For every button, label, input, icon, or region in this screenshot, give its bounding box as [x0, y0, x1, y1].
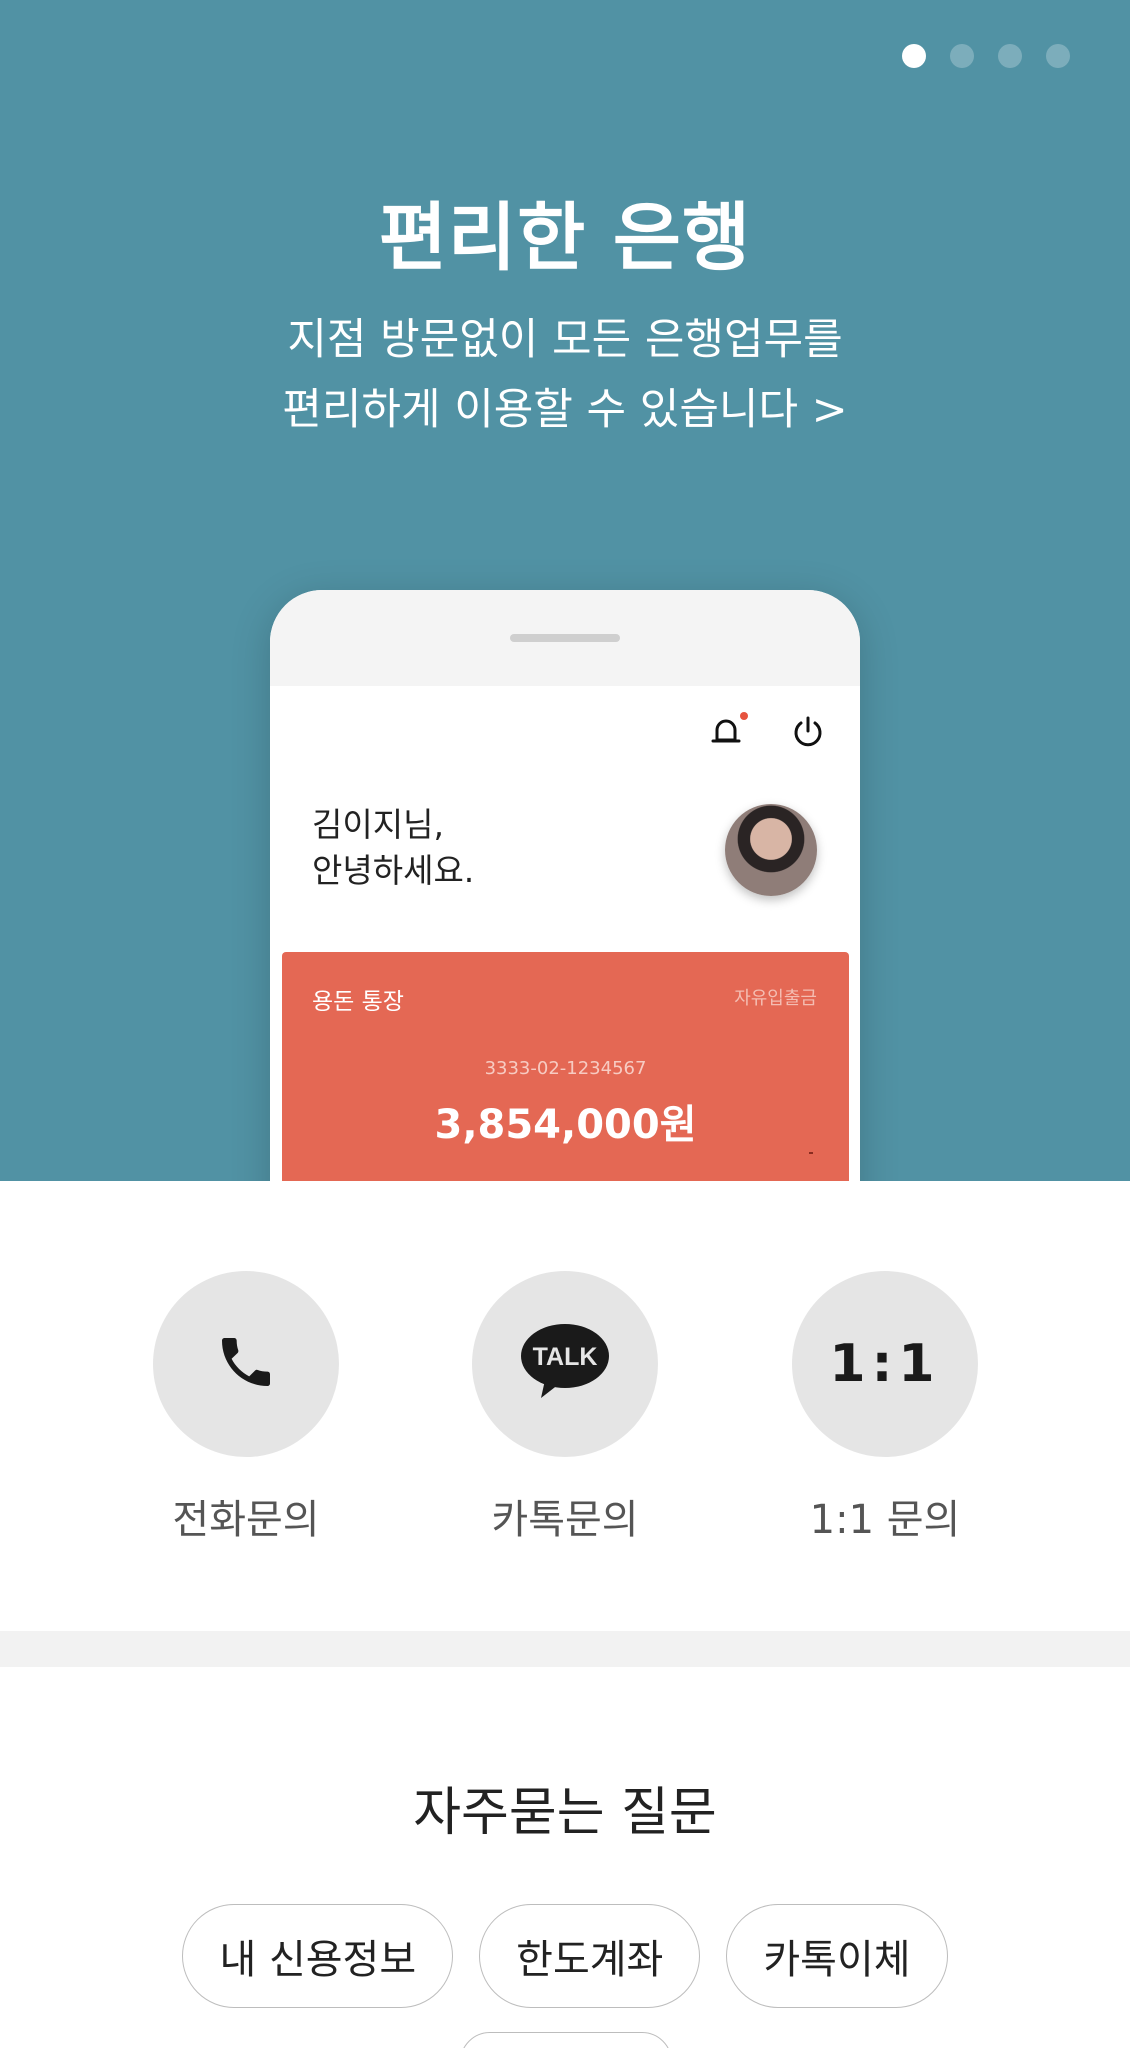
- banner-subtitle-line2: 편리하게 이용할 수 있습니다 >: [282, 385, 848, 435]
- account-name: 용돈 통장: [312, 989, 404, 1015]
- avatar: [725, 804, 817, 896]
- one-to-one-inquiry-button[interactable]: 1:1 1:1 문의: [785, 1271, 985, 1545]
- power-icon: [790, 714, 826, 750]
- one-to-one-icon: 1:1: [829, 1334, 941, 1394]
- kakao-talk-icon-text: TALK: [533, 1343, 598, 1371]
- bell-icon: [708, 712, 748, 750]
- account-card: 용돈 통장 자유입출금 3333-02-1234567 3,854,000원: [282, 952, 849, 1181]
- contact-section: 전화문의 TALK 카톡문의 1:1 1:1 문의: [0, 1181, 1130, 1631]
- kakaotalk-inquiry-button[interactable]: TALK 카톡문의: [465, 1271, 665, 1545]
- phone-icon: [214, 1330, 278, 1398]
- phone-header-icons: [708, 712, 826, 750]
- account-number: 3333-02-1234567: [484, 1058, 647, 1079]
- phone-inquiry-button[interactable]: 전화문의: [146, 1271, 346, 1545]
- section-divider: [0, 1631, 1130, 1667]
- kakaotalk-inquiry-label: 카톡문의: [491, 1497, 639, 1543]
- carousel-dot-2[interactable]: [950, 44, 974, 68]
- carousel-indicator: [902, 44, 1070, 68]
- notification-dot: [740, 712, 748, 720]
- carousel-dot-1[interactable]: [902, 44, 926, 68]
- faq-title: 자주묻는 질문: [413, 1783, 717, 1843]
- faq-chip-limit-account[interactable]: 한도계좌: [479, 1904, 701, 2008]
- account-balance: 3,854,000원: [434, 1102, 697, 1148]
- account-type: 자유입출금: [734, 988, 817, 1009]
- phone-mockup: 김이지님, 안녕하세요. 용돈 통장 자유입출금 3333-02-1234567…: [270, 590, 860, 1181]
- banner-subtitle-line1: 지점 방문없이 모든 은행업무를: [287, 315, 843, 365]
- banner-title: 편리한 은행: [378, 195, 752, 281]
- carousel-dot-4[interactable]: [1046, 44, 1070, 68]
- promo-banner: 편리한 은행 지점 방문없이 모든 은행업무를 편리하게 이용할 수 있습니다 …: [0, 0, 1130, 1181]
- faq-chip-list: 내 신용정보 한도계좌 카톡이체: [0, 1904, 1130, 2008]
- banner-subtitle-link[interactable]: 지점 방문없이 모든 은행업무를 편리하게 이용할 수 있습니다 >: [0, 305, 1130, 445]
- faq-chip-credit-info[interactable]: 내 신용정보: [182, 1904, 454, 2008]
- phone-speaker: [510, 634, 620, 642]
- one-to-one-inquiry-label: 1:1 문의: [809, 1497, 961, 1543]
- phone-inquiry-circle: [153, 1271, 339, 1457]
- carousel-dot-3[interactable]: [998, 44, 1022, 68]
- faq-chip-kakao-transfer[interactable]: 카톡이체: [726, 1904, 948, 2008]
- greeting-line2: 안녕하세요.: [312, 851, 475, 890]
- card-mark: [809, 1152, 813, 1154]
- kakao-talk-icon: TALK: [519, 1322, 611, 1406]
- one-to-one-inquiry-circle: 1:1: [792, 1271, 978, 1457]
- phone-inquiry-label: 전화문의: [172, 1497, 320, 1543]
- greeting-line1: 김이지님,: [312, 805, 444, 844]
- faq-chip-partial[interactable]: [460, 2032, 672, 2048]
- phone-top-bar: [270, 590, 860, 686]
- kakaotalk-inquiry-circle: TALK: [472, 1271, 658, 1457]
- greeting-text: 김이지님, 안녕하세요.: [312, 802, 474, 894]
